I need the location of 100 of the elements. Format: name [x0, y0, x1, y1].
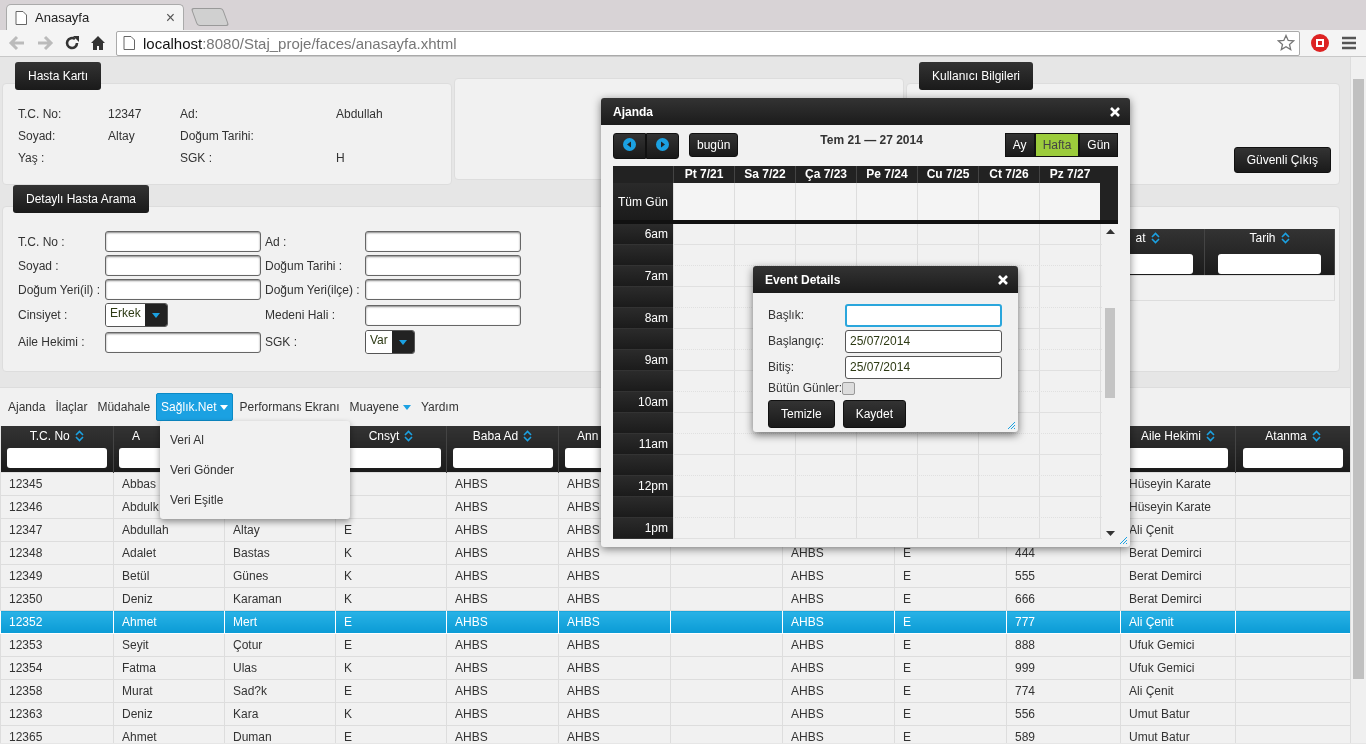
- table-cell: AHBS: [455, 592, 488, 606]
- all-day-cell[interactable]: [917, 183, 978, 220]
- text-field[interactable]: [365, 304, 521, 326]
- reload-icon[interactable]: [64, 35, 80, 51]
- field-label: Yaş :: [18, 152, 46, 165]
- column-header[interactable]: Tarih: [1249, 230, 1276, 245]
- table-cell: E: [903, 707, 911, 721]
- menu-item[interactable]: Muayene: [345, 394, 415, 420]
- table-row[interactable]: 12358 Murat Sad?k E AHBS AHBS AHBS E 774 Ali Çenit: [0, 679, 1351, 703]
- all-day-cell[interactable]: [734, 183, 795, 220]
- tab-close-button[interactable]: ×: [165, 8, 175, 27]
- scrollbar-thumb[interactable]: [1105, 308, 1115, 398]
- checkbox[interactable]: [842, 381, 856, 395]
- filter-field[interactable]: [1243, 448, 1343, 468]
- text-field[interactable]: [105, 255, 261, 276]
- column-header[interactable]: Atanma: [1265, 429, 1307, 443]
- section-tab[interactable]: Detaylı Hasta Arama: [13, 185, 150, 213]
- text-field[interactable]: [365, 279, 521, 300]
- field-label: Ad:: [180, 108, 199, 121]
- column-header[interactable]: T.C. No: [29, 429, 70, 443]
- text-field[interactable]: [105, 279, 261, 300]
- table-row[interactable]: 12349 Betül Günes K AHBS AHBS AHBS E 555 Berat Demirci: [0, 564, 1351, 588]
- filter-field[interactable]: [452, 448, 553, 468]
- table-cell: Altay: [233, 523, 260, 537]
- filter-field[interactable]: [1217, 253, 1322, 274]
- scroll-down-icon[interactable]: [1105, 531, 1115, 536]
- text-field[interactable]: 25/07/2014: [845, 355, 1002, 379]
- dialog-button[interactable]: Kaydet: [842, 400, 907, 428]
- column-header[interactable]: Baba Ad: [472, 429, 519, 443]
- view-tab[interactable]: Hafta: [1034, 133, 1080, 157]
- today-button[interactable]: bugün: [689, 133, 739, 157]
- text-field[interactable]: [105, 231, 261, 252]
- view-tab[interactable]: Gün: [1079, 133, 1118, 157]
- table-cell: E: [903, 661, 911, 675]
- dropdown-item[interactable]: Veri Al: [160, 425, 350, 455]
- hour-label: 9am: [613, 350, 673, 371]
- all-day-cell[interactable]: [795, 183, 856, 220]
- section-tab[interactable]: Hasta Kartı: [15, 62, 102, 90]
- text-field[interactable]: 25/07/2014: [845, 329, 1002, 353]
- logout-button[interactable]: Güvenli Çıkış: [1233, 147, 1331, 173]
- table-cell: K: [344, 592, 352, 606]
- menu-item[interactable]: Performans Ekranı: [235, 394, 344, 420]
- all-day-cell[interactable]: [856, 183, 917, 220]
- select-field[interactable]: Var: [365, 330, 415, 354]
- section-tab[interactable]: Kullanıcı Bilgileri: [919, 62, 1034, 90]
- menu-item[interactable]: İlaçlar: [51, 394, 92, 420]
- menu-icon[interactable]: [1340, 35, 1358, 51]
- resize-grip-icon[interactable]: [1007, 421, 1015, 429]
- table-row[interactable]: 12350 Deniz Karaman K AHBS AHBS AHBS E 666 Berat Demirci: [0, 587, 1351, 611]
- text-field[interactable]: [365, 255, 521, 276]
- column-header[interactable]: Ann: [577, 429, 599, 443]
- column-header[interactable]: Cnsyt: [368, 429, 400, 443]
- column-header[interactable]: A: [132, 429, 140, 443]
- text-field[interactable]: [365, 231, 521, 252]
- field-value: 12347: [108, 107, 142, 121]
- filter-field[interactable]: [6, 448, 107, 468]
- table-row[interactable]: 12363 Deniz Kara K AHBS AHBS AHBS E 556 Umut Batur: [0, 702, 1351, 726]
- filter-field[interactable]: [1128, 448, 1228, 468]
- select-field[interactable]: Erkek: [105, 303, 168, 327]
- table-cell: Hüseyin Karate: [1129, 500, 1212, 514]
- table-cell: Abbas: [122, 477, 157, 491]
- browser-tab[interactable]: Anasayfa ×: [6, 4, 184, 30]
- text-field[interactable]: [845, 303, 1002, 327]
- dialog-button[interactable]: Temizle: [768, 400, 835, 428]
- table-row[interactable]: 12353 Seyit Çotur E AHBS AHBS AHBS E 888 Ufuk Gemici: [0, 633, 1351, 657]
- star-icon[interactable]: [1277, 34, 1295, 52]
- all-day-cell[interactable]: [1039, 183, 1100, 220]
- sort-icon[interactable]: [1206, 430, 1215, 442]
- all-day-cell[interactable]: [978, 183, 1039, 220]
- table-cell: AHBS: [567, 707, 600, 721]
- sort-icon[interactable]: [1280, 231, 1290, 244]
- table-row[interactable]: 12354 Fatma Ulas K AHBS AHBS AHBS E 999 Ufuk Gemici: [0, 656, 1351, 680]
- dropdown-item[interactable]: Veri Eşitle: [160, 485, 350, 515]
- field-label: T.C. No:: [18, 108, 63, 121]
- scrollbar-thumb[interactable]: [1353, 79, 1364, 679]
- close-icon[interactable]: [1110, 106, 1120, 117]
- sort-icon[interactable]: [1150, 231, 1160, 244]
- close-icon[interactable]: [998, 274, 1008, 285]
- address-field[interactable]: localhost:8080/Staj_proje/faces/anasayfa.xhtml: [116, 30, 1300, 56]
- menu-item[interactable]: Yardım: [416, 394, 463, 420]
- scrollbar[interactable]: [1350, 57, 1366, 743]
- menu-item[interactable]: Müdahale: [93, 394, 155, 420]
- scroll-up-icon[interactable]: [1105, 229, 1115, 234]
- column-header[interactable]: at: [1135, 230, 1146, 245]
- sort-icon[interactable]: [74, 430, 84, 442]
- menu-item[interactable]: Ajanda: [4, 394, 50, 420]
- home-icon[interactable]: [90, 35, 106, 51]
- sort-icon[interactable]: [404, 430, 414, 442]
- column-header[interactable]: Aile Hekimi: [1141, 429, 1201, 443]
- previous-button[interactable]: [613, 133, 646, 159]
- dropdown-item[interactable]: Veri Gönder: [160, 455, 350, 485]
- next-button[interactable]: [646, 133, 679, 159]
- sort-icon[interactable]: [1311, 430, 1321, 442]
- stop-icon[interactable]: [1310, 33, 1330, 53]
- resize-grip-icon[interactable]: [1119, 536, 1127, 544]
- view-tab[interactable]: Ay: [1004, 133, 1035, 157]
- text-field[interactable]: [105, 331, 261, 353]
- all-day-cell[interactable]: [673, 183, 734, 220]
- table-row[interactable]: 12365 Ahmet Duman E AHBS AHBS AHBS E 589 Umut Batur: [0, 725, 1351, 743]
- sort-icon[interactable]: [523, 430, 533, 442]
